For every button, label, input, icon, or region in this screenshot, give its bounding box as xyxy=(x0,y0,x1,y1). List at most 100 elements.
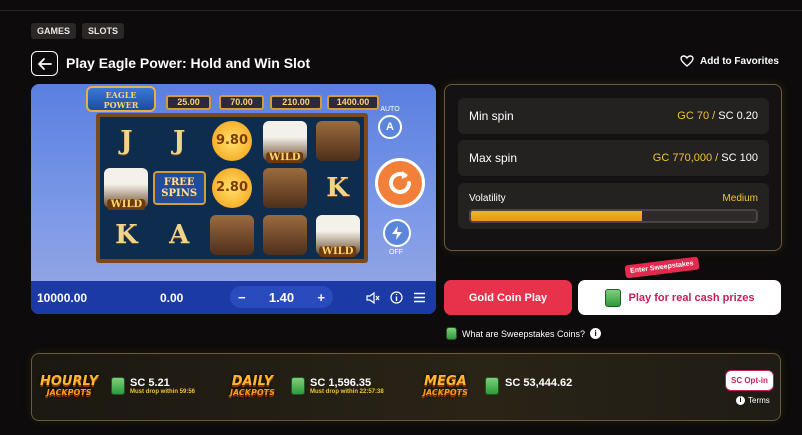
hourly-jackpot-value: SC 5.21 xyxy=(130,377,170,389)
wolf-symbol xyxy=(258,212,311,259)
sweepstakes-coins-link[interactable]: What are Sweepstakes Coins? i xyxy=(446,327,602,340)
jackpot-minor: 70.00 xyxy=(219,95,264,110)
arrow-left-icon xyxy=(37,57,52,70)
mega-jackpots-logo: MEGA JACKPOTS xyxy=(423,375,468,398)
max-spin-value: GC 770,000 / SC 100 xyxy=(653,152,758,164)
jackpots-word: JACKPOTS xyxy=(230,388,275,397)
tag-slots[interactable]: SLOTS xyxy=(82,23,125,39)
heart-icon xyxy=(680,55,694,67)
enter-sweepstakes-badge: Enter Sweepstakes xyxy=(624,256,700,279)
wolf-symbol xyxy=(258,164,311,211)
lightning-icon xyxy=(392,226,402,240)
jackpot-mini: 25.00 xyxy=(166,95,211,110)
boar-icon xyxy=(209,215,254,256)
free-spins-label: FREE SPINS xyxy=(152,170,206,205)
slash: / xyxy=(715,152,719,164)
info-icon[interactable] xyxy=(390,291,403,304)
min-spin-row: Min spin GC 70 / SC 0.20 xyxy=(458,98,769,134)
volatility-bar xyxy=(469,209,758,223)
terms-label: Terms xyxy=(748,396,770,405)
wolf-icon xyxy=(262,215,307,256)
min-spin-value: GC 70 / SC 0.20 xyxy=(677,110,758,122)
wolf-icon xyxy=(315,120,360,161)
wild-label: WILD xyxy=(318,246,357,258)
info-icon: i xyxy=(590,328,602,339)
wild-label: WILD xyxy=(265,151,304,163)
increase-stake-button[interactable]: + xyxy=(317,290,325,305)
slash: / xyxy=(712,110,716,122)
daily-jackpots-logo: DAILY JACKPOTS xyxy=(230,375,275,398)
balance-value: 10000.00 xyxy=(37,290,88,305)
game-logo: EAGLE POWER xyxy=(86,86,156,112)
info-icon: i xyxy=(736,396,745,405)
sweeps-cash-icon xyxy=(604,288,621,307)
eagle-wild-symbol: WILD xyxy=(100,164,153,211)
sweeps-cash-icon xyxy=(446,327,457,340)
decrease-stake-button[interactable]: − xyxy=(238,290,246,305)
wolf-icon xyxy=(262,167,307,208)
auto-label: AUTO xyxy=(380,106,400,113)
sweeps-cash-icon xyxy=(291,377,305,395)
autoplay-icon: A xyxy=(378,115,402,139)
wolf-symbol xyxy=(311,117,364,164)
max-spin-row: Max spin GC 770,000 / SC 100 xyxy=(458,140,769,176)
max-sc: SC 100 xyxy=(721,152,758,164)
eagle-icon: WILD xyxy=(104,167,149,210)
favorites-label: Add to Favorites xyxy=(700,55,779,67)
symbol-k: K xyxy=(115,220,138,251)
symbol-k: K xyxy=(326,172,349,203)
turbo-button[interactable] xyxy=(383,219,411,247)
sound-off-icon[interactable] xyxy=(366,291,380,304)
volatility-fill xyxy=(471,211,642,221)
daily-jackpot-value: SC 1,596.35 xyxy=(310,377,372,389)
top-divider xyxy=(0,10,802,11)
volatility-value: Medium xyxy=(722,193,758,204)
real-cash-label: Play for real cash prizes xyxy=(628,291,755,304)
hourly-jackpot-timer: Must drop within 59:56 xyxy=(130,389,196,395)
spin-button[interactable] xyxy=(375,158,425,208)
eagle-wild-symbol: WILD xyxy=(258,117,311,164)
terms-link[interactable]: i Terms xyxy=(736,396,770,405)
back-button[interactable] xyxy=(31,51,58,76)
real-cash-play-button[interactable]: Play for real cash prizes xyxy=(578,280,781,315)
breadcrumb: GAMES SLOTS xyxy=(31,23,125,39)
game-frame[interactable]: EAGLE POWER 25.00 70.00 210.00 1400.00 J… xyxy=(31,84,436,314)
stake-stepper[interactable]: − 1.40 + xyxy=(230,286,333,308)
tag-games[interactable]: GAMES xyxy=(31,23,77,39)
add-to-favorites-button[interactable]: Add to Favorites xyxy=(680,55,779,67)
symbol-j: J xyxy=(173,125,186,156)
coin-value: 9.80 xyxy=(211,120,252,161)
turbo-off-label: OFF xyxy=(389,249,403,256)
hourly-jackpots-logo: HOURLY JACKPOTS xyxy=(40,375,98,398)
sweeps-cash-icon xyxy=(111,377,125,395)
mega-jackpot-value: SC 53,444.62 xyxy=(505,377,573,389)
logo-line1: EAGLE xyxy=(105,90,137,100)
jackpots-word: JACKPOTS xyxy=(46,388,92,397)
game-info-panel: Min spin GC 70 / SC 0.20 Max spin GC 770… xyxy=(444,84,782,251)
coin-symbol: 2.80 xyxy=(206,164,259,211)
volatility-row: Volatility Medium xyxy=(458,183,769,229)
eagle-wild-symbol: WILD xyxy=(311,212,364,259)
daily-jackpot-timer: Must drop within 22:57:38 xyxy=(310,389,384,395)
jackpot-major: 210.00 xyxy=(270,95,322,110)
jackpot-grand: 1400.00 xyxy=(327,95,379,110)
gold-coin-play-button[interactable]: Gold Coin Play xyxy=(444,280,572,315)
game-control-bar: 10000.00 0.00 − 1.40 + xyxy=(31,281,436,314)
autoplay-button[interactable]: AUTO A xyxy=(375,106,405,142)
win-value: 0.00 xyxy=(160,290,184,305)
max-spin-label: Max spin xyxy=(469,151,518,165)
eagle-icon: WILD xyxy=(315,215,360,258)
min-gc: GC 70 xyxy=(677,110,710,122)
game-utility-icons xyxy=(366,291,426,304)
min-sc: SC 0.20 xyxy=(718,110,758,122)
logo-line2: POWER xyxy=(103,100,139,110)
menu-icon[interactable] xyxy=(413,292,426,303)
max-gc: GC 770,000 xyxy=(652,152,713,164)
sc-opt-in-button[interactable]: SC Opt-in xyxy=(725,370,774,391)
wild-label: WILD xyxy=(107,198,146,210)
page-title: Play Eagle Power: Hold and Win Slot xyxy=(66,55,311,71)
spin-arrow-icon xyxy=(389,171,411,194)
coin-value: 2.80 xyxy=(211,167,252,208)
boar-symbol xyxy=(206,212,259,259)
eagle-icon: WILD xyxy=(262,120,307,163)
